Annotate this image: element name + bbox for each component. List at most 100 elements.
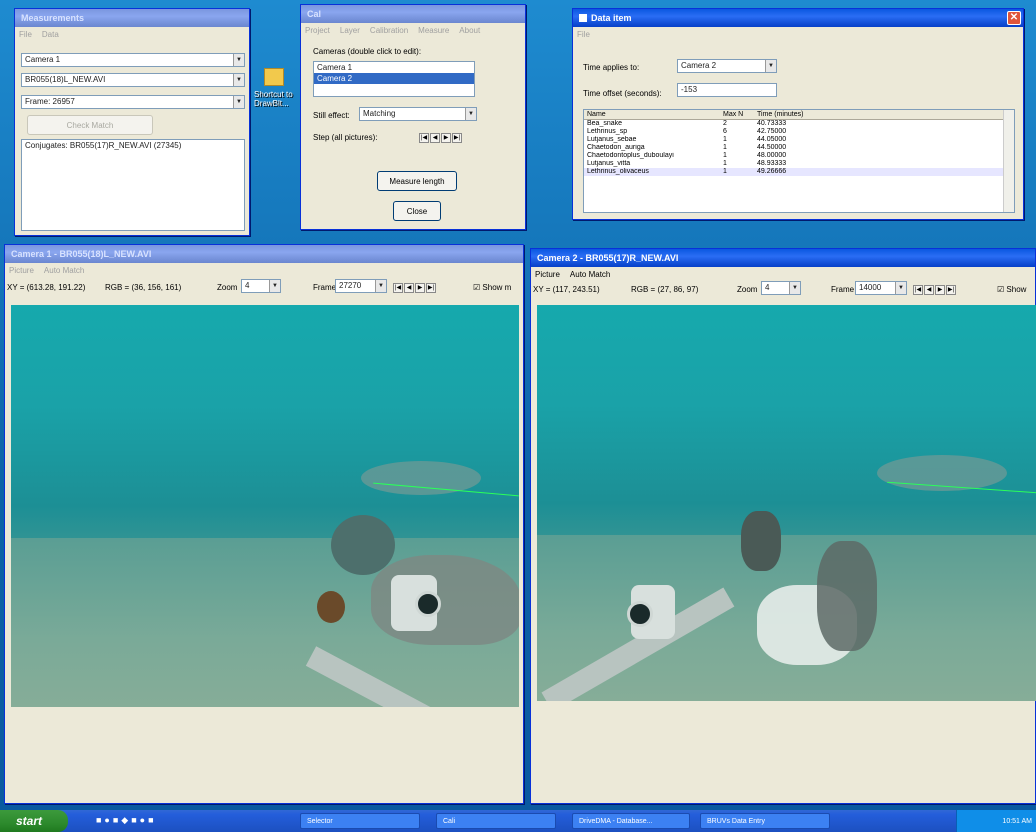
- table-cell: 49.26666: [757, 168, 787, 175]
- frame-first-button[interactable]: |◀: [913, 285, 923, 295]
- table-row[interactable]: Lutjanus_sebae 1 44.05000: [584, 136, 1014, 144]
- measurements-titlebar[interactable]: Measurements: [15, 9, 249, 27]
- menu-auto-match[interactable]: Auto Match: [44, 266, 84, 275]
- camera-list-item[interactable]: Camera 1: [314, 62, 474, 73]
- clock[interactable]: 10:51 AM: [1002, 818, 1032, 825]
- folder-shortcut-icon[interactable]: [264, 68, 284, 86]
- table-row[interactable]: Chaetodontoplus_duboulayi 1 48.00000: [584, 152, 1014, 160]
- table-cell: 1: [723, 144, 727, 151]
- taskbar-item[interactable]: Cali: [436, 813, 556, 829]
- zoom-label: Zoom: [737, 285, 758, 294]
- column-header[interactable]: Time (minutes): [754, 110, 834, 119]
- start-button[interactable]: start: [0, 810, 68, 832]
- menu-about[interactable]: About: [459, 26, 480, 35]
- menu-picture[interactable]: Picture: [535, 270, 560, 279]
- show-measurements-checkbox[interactable]: ☑ Show: [997, 285, 1026, 294]
- menu-picture[interactable]: Picture: [9, 266, 34, 275]
- column-header[interactable]: Max N: [720, 110, 754, 119]
- frame-last-button[interactable]: ▶|: [426, 283, 436, 293]
- chevron-down-icon[interactable]: ▼: [233, 74, 244, 86]
- chevron-down-icon[interactable]: ▼: [233, 96, 244, 108]
- table-scrollbar[interactable]: [1003, 110, 1014, 212]
- step-last-button[interactable]: ▶|: [452, 133, 462, 143]
- conjugates-list[interactable]: Conjugates: BR055(17)R_NEW.AVI (27345): [21, 139, 245, 231]
- frame-next-button[interactable]: ▶: [935, 285, 945, 295]
- menu-measure[interactable]: Measure: [418, 26, 449, 35]
- zoom-select[interactable]: 4 ▼: [241, 279, 281, 293]
- fish-shape: [741, 511, 781, 571]
- table-row[interactable]: Bea_snake 2 40.73333: [584, 120, 1014, 128]
- time-applies-select[interactable]: Camera 2 ▼: [677, 59, 777, 73]
- frame-last-button[interactable]: ▶|: [946, 285, 956, 295]
- time-offset-label: Time offset (seconds):: [583, 89, 662, 98]
- frame-label: Frame: [831, 285, 855, 294]
- taskbar-item[interactable]: Selector: [300, 813, 420, 829]
- frame-prev-button[interactable]: ◀: [924, 285, 934, 295]
- table-cell: 1: [723, 160, 727, 167]
- data-item-titlebar[interactable]: Data item ✕: [573, 9, 1023, 27]
- window-title: Camera 2 - BR055(17)R_NEW.AVI: [537, 253, 679, 263]
- cal-titlebar[interactable]: Cal: [301, 5, 525, 23]
- table-cell: Chaetodontoplus_duboulayi: [587, 152, 674, 159]
- menu-file[interactable]: File: [19, 30, 32, 39]
- table-row[interactable]: Lethrinus_sp 6 42.75000: [584, 128, 1014, 136]
- system-tray: 10:51 AM: [956, 810, 1036, 832]
- table-row[interactable]: Lutjanus_vitta 1 48.93333: [584, 160, 1014, 168]
- still-effect-select[interactable]: Matching ▼: [359, 107, 477, 121]
- menu-file[interactable]: File: [577, 30, 590, 39]
- menu-calibration[interactable]: Calibration: [370, 26, 408, 35]
- cal-window: Cal Project Layer Calibration Measure Ab…: [300, 4, 526, 230]
- show-measurements-checkbox[interactable]: ☑ Show m: [473, 283, 511, 292]
- camera1-video-frame[interactable]: [11, 305, 519, 707]
- taskbar-item[interactable]: DriveDMA - Database...: [572, 813, 690, 829]
- zoom-select[interactable]: 4 ▼: [761, 281, 801, 295]
- start-label: start: [16, 814, 43, 828]
- cameras-list[interactable]: Camera 1 Camera 2: [313, 61, 475, 97]
- step-prev-button[interactable]: ◀: [430, 133, 440, 143]
- xy-readout: XY = (117, 243.51): [533, 285, 600, 294]
- chevron-down-icon[interactable]: ▼: [789, 282, 800, 294]
- camera2-video-frame[interactable]: [537, 305, 1036, 701]
- bait-camera-lens: [415, 591, 441, 617]
- file-select[interactable]: BR055(18)L_NEW.AVI ▼: [21, 73, 245, 87]
- taskbar-item[interactable]: BRUVs Data Entry: [700, 813, 830, 829]
- step-next-button[interactable]: ▶: [441, 133, 451, 143]
- chevron-down-icon[interactable]: ▼: [765, 60, 776, 72]
- chevron-down-icon[interactable]: ▼: [233, 54, 244, 66]
- table-row[interactable]: Chaetodon_auriga 1 44.50000: [584, 144, 1014, 152]
- frame-select[interactable]: 14000 ▼: [855, 281, 907, 295]
- column-header[interactable]: Name: [584, 110, 720, 119]
- chevron-down-icon[interactable]: ▼: [465, 108, 476, 120]
- close-icon[interactable]: ✕: [1007, 11, 1021, 25]
- camera2-window: Camera 2 - BR055(17)R_NEW.AVI Picture Au…: [530, 248, 1036, 804]
- camera1-titlebar[interactable]: Camera 1 - BR055(18)L_NEW.AVI: [5, 245, 523, 263]
- rgb-readout: RGB = (36, 156, 161): [105, 283, 182, 292]
- chevron-down-icon[interactable]: ▼: [375, 280, 386, 292]
- shortcut-label[interactable]: Shortcut to DrawBlt...: [254, 90, 294, 108]
- menu-layer[interactable]: Layer: [340, 26, 360, 35]
- table-row-selected[interactable]: Lethrinus_olivaceus 1 49.26666: [584, 168, 1014, 176]
- frame-first-button[interactable]: |◀: [393, 283, 403, 293]
- chevron-down-icon[interactable]: ▼: [895, 282, 906, 294]
- chevron-down-icon[interactable]: ▼: [269, 280, 280, 292]
- frame-select[interactable]: Frame: 26957 ▼: [21, 95, 245, 109]
- time-applies-label: Time applies to:: [583, 63, 640, 72]
- quick-launch-icons[interactable]: ■●■◆■●■: [96, 815, 157, 826]
- table-cell: 44.50000: [757, 144, 787, 151]
- menubar: Picture Auto Match: [5, 263, 523, 277]
- camera-list-item-selected[interactable]: Camera 2: [314, 73, 474, 84]
- menu-project[interactable]: Project: [305, 26, 330, 35]
- step-first-button[interactable]: |◀: [419, 133, 429, 143]
- frame-select[interactable]: 27270 ▼: [335, 279, 387, 293]
- time-offset-input[interactable]: -153: [677, 83, 777, 97]
- check-match-button[interactable]: Check Match: [27, 115, 153, 135]
- table-cell: 48.00000: [757, 152, 787, 159]
- frame-next-button[interactable]: ▶: [415, 283, 425, 293]
- close-button[interactable]: Close: [393, 201, 441, 221]
- menu-auto-match[interactable]: Auto Match: [570, 270, 610, 279]
- menu-data[interactable]: Data: [42, 30, 59, 39]
- frame-prev-button[interactable]: ◀: [404, 283, 414, 293]
- camera-select[interactable]: Camera 1 ▼: [21, 53, 245, 67]
- measure-length-button[interactable]: Measure length: [377, 171, 457, 191]
- camera2-titlebar[interactable]: Camera 2 - BR055(17)R_NEW.AVI: [531, 249, 1035, 267]
